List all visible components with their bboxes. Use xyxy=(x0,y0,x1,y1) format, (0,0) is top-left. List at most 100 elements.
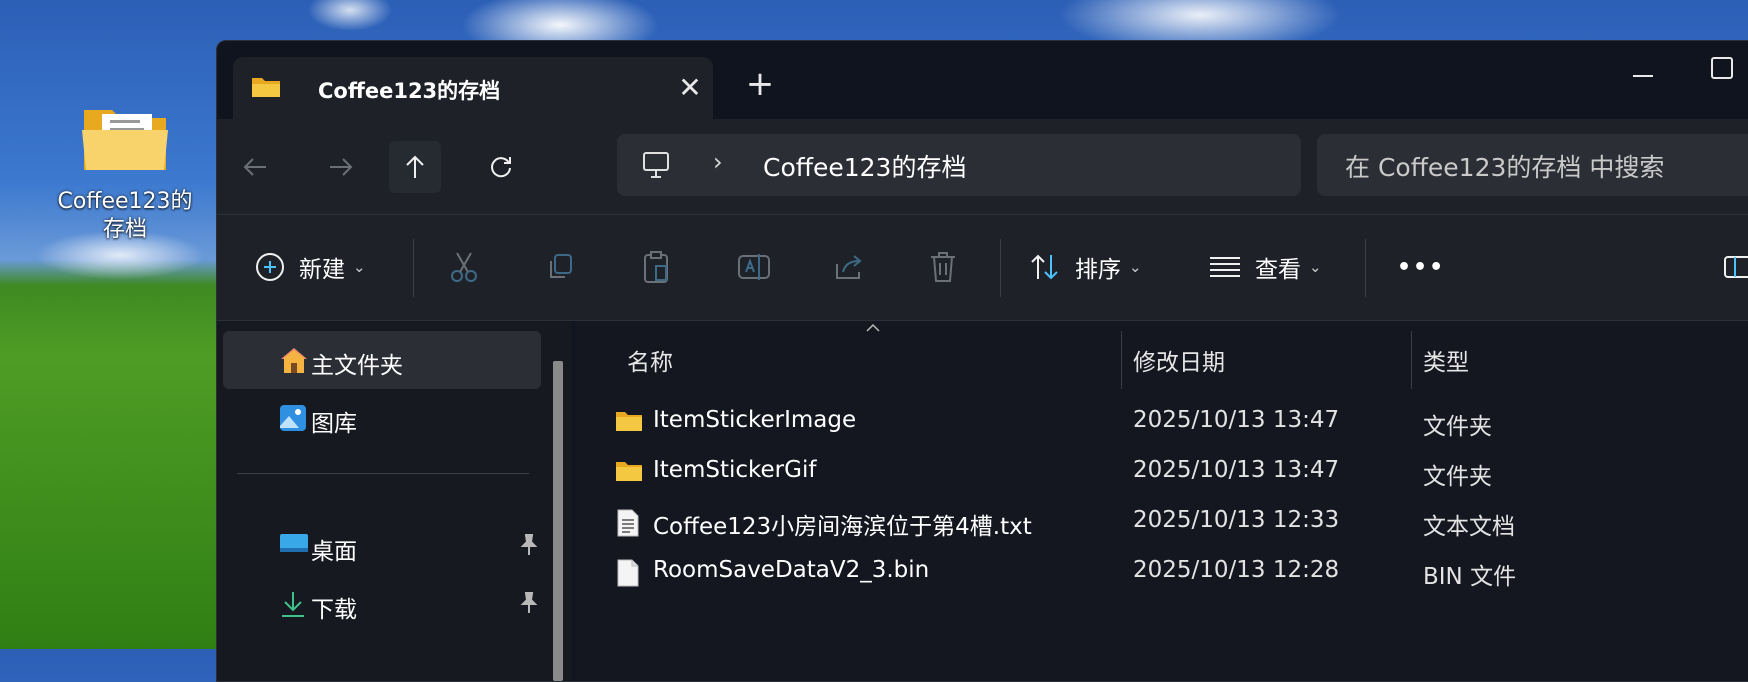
file-modified: 2025/10/13 13:47 xyxy=(1133,407,1340,433)
file-name: ItemStickerImage xyxy=(653,407,857,433)
sort-button[interactable]: 排序 ⌄ xyxy=(1029,245,1142,289)
forward-button[interactable] xyxy=(315,141,367,193)
home-icon xyxy=(281,348,307,373)
column-header-type[interactable]: 类型 xyxy=(1423,343,1469,377)
folder-icon xyxy=(252,78,280,97)
sidebar-item-gallery[interactable]: 图库 xyxy=(223,389,541,447)
copy-button[interactable] xyxy=(545,245,575,289)
maximize-button[interactable] xyxy=(1711,57,1733,79)
file-icon xyxy=(617,559,639,587)
file-type: BIN 文件 xyxy=(1423,564,1517,590)
back-button[interactable] xyxy=(229,141,281,193)
file-name: RoomSaveDataV2_3.bin xyxy=(653,557,930,583)
navigation-bar: › Coffee123的存档 在 Coffee123的存档 中搜索 xyxy=(217,119,1748,215)
sidebar-item-downloads[interactable]: 下载 xyxy=(223,575,541,633)
tab-current[interactable]: Coffee123的存档 ✕ xyxy=(233,57,713,119)
breadcrumb-chevron-icon[interactable]: › xyxy=(713,148,723,176)
desktop-folder-shortcut[interactable]: Coffee123的 存档 xyxy=(50,100,200,244)
view-lines-icon xyxy=(1210,257,1240,277)
details-pane-icon xyxy=(1724,256,1748,278)
cut-button[interactable] xyxy=(449,245,479,289)
command-bar: 新建 ⌄ 排序 ⌄ 查看 ⌄ ••• xyxy=(217,215,1748,321)
search-input[interactable]: 在 Coffee123的存档 中搜索 xyxy=(1317,134,1748,196)
sort-icon xyxy=(1031,254,1058,280)
column-divider[interactable] xyxy=(1121,331,1122,389)
column-header-modified[interactable]: 修改日期 xyxy=(1133,343,1225,377)
search-placeholder: 在 Coffee123的存档 中搜索 xyxy=(1345,153,1665,182)
more-options-button[interactable]: ••• xyxy=(1397,245,1445,289)
new-button-label: 新建 xyxy=(299,257,345,283)
up-button[interactable] xyxy=(389,141,441,193)
chevron-down-icon: ⌄ xyxy=(1309,258,1322,276)
desktop-icon xyxy=(280,534,308,552)
toolbar-divider xyxy=(413,239,414,297)
copy-icon xyxy=(550,254,572,278)
folder-icon xyxy=(82,110,168,170)
file-type: 文件夹 xyxy=(1423,414,1492,440)
trash-icon xyxy=(931,252,955,282)
close-tab-button[interactable]: ✕ xyxy=(673,71,707,105)
computer-icon xyxy=(643,152,669,178)
sidebar-item-desktop[interactable]: 桌面 xyxy=(223,517,541,575)
sidebar-item-label: 主文件夹 xyxy=(311,353,403,379)
sidebar-scrollbar-thumb[interactable] xyxy=(553,361,563,681)
share-button[interactable] xyxy=(833,245,865,289)
view-button-label: 查看 xyxy=(1255,257,1301,283)
navigation-pane: 主文件夹 图库 桌面 下载 xyxy=(217,321,572,681)
sidebar-divider xyxy=(237,473,529,474)
sort-button-label: 排序 xyxy=(1075,257,1121,283)
sidebar-item-home[interactable]: 主文件夹 xyxy=(223,331,541,389)
folder-icon xyxy=(616,462,642,481)
desktop-icon-label: Coffee123的 存档 xyxy=(57,189,193,242)
toolbar-divider xyxy=(1000,239,1001,297)
forward-arrow-icon xyxy=(330,158,353,176)
share-icon xyxy=(836,255,862,279)
file-row[interactable]: ItemStickerImage 2025/10/13 13:47 文件夹 xyxy=(575,397,1748,447)
file-list: 名称 修改日期 类型 ItemStickerImage 2025/10/13 1… xyxy=(575,321,1748,681)
new-tab-button[interactable]: + xyxy=(743,67,777,101)
scissors-icon xyxy=(451,252,477,282)
delete-button[interactable] xyxy=(929,245,957,289)
details-pane-button[interactable] xyxy=(1723,245,1748,289)
file-name: ItemStickerGif xyxy=(653,457,817,483)
sidebar-item-label: 图库 xyxy=(311,411,357,437)
view-button[interactable]: 查看 ⌄ xyxy=(1209,245,1322,289)
file-explorer-window: Coffee123的存档 ✕ + › Coffee123的存档 在 Coffee… xyxy=(216,40,1748,682)
file-name: Coffee123小房间海滨位于第4槽.txt xyxy=(653,514,1032,540)
pin-icon[interactable] xyxy=(519,534,539,556)
folder-icon xyxy=(616,412,642,431)
rename-icon xyxy=(738,254,770,280)
file-modified: 2025/10/13 13:47 xyxy=(1133,457,1340,483)
file-row[interactable]: RoomSaveDataV2_3.bin 2025/10/13 12:28 BI… xyxy=(575,547,1748,597)
file-row[interactable]: ItemStickerGif 2025/10/13 13:47 文件夹 xyxy=(575,447,1748,497)
clipboard-icon xyxy=(644,251,668,283)
back-arrow-icon xyxy=(243,158,266,176)
pin-icon[interactable] xyxy=(519,592,539,614)
file-type: 文件夹 xyxy=(1423,464,1492,490)
file-modified: 2025/10/13 12:33 xyxy=(1133,507,1340,533)
file-row[interactable]: Coffee123小房间海滨位于第4槽.txt 2025/10/13 12:33… xyxy=(575,497,1748,547)
up-arrow-icon xyxy=(406,155,424,178)
plus-circle-icon xyxy=(256,253,284,281)
rename-button[interactable] xyxy=(737,245,771,289)
gallery-icon xyxy=(280,405,306,431)
refresh-button[interactable] xyxy=(475,141,527,193)
refresh-icon xyxy=(491,157,511,178)
text-file-icon xyxy=(617,509,639,537)
column-divider[interactable] xyxy=(1411,331,1412,389)
download-icon xyxy=(282,592,304,617)
toolbar-divider xyxy=(1365,239,1366,297)
chevron-down-icon: ⌄ xyxy=(353,258,366,276)
file-type: 文本文档 xyxy=(1423,514,1515,540)
column-header-name[interactable]: 名称 xyxy=(627,343,673,377)
breadcrumb-current[interactable]: Coffee123的存档 xyxy=(763,148,966,184)
tab-title: Coffee123的存档 xyxy=(318,79,501,103)
paste-button[interactable] xyxy=(641,245,671,289)
sort-ascending-icon xyxy=(866,323,880,332)
minimize-button[interactable] xyxy=(1623,61,1663,91)
sidebar-item-label: 下载 xyxy=(311,597,357,623)
address-bar[interactable]: › Coffee123的存档 xyxy=(617,134,1301,196)
new-button[interactable]: 新建 ⌄ xyxy=(255,245,366,289)
chevron-down-icon: ⌄ xyxy=(1129,258,1142,276)
file-modified: 2025/10/13 12:28 xyxy=(1133,557,1340,583)
